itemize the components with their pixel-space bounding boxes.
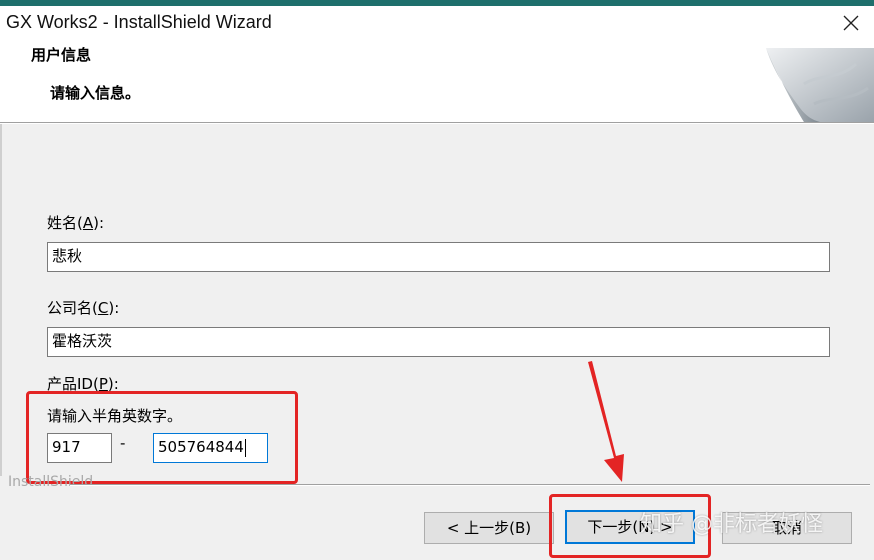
close-button[interactable] [828, 6, 874, 40]
name-label: 姓名(A): [47, 214, 105, 232]
wizard-header: 用户信息 请输入信息。 [0, 44, 874, 122]
watermark: 知乎 @非标者妖怪 [640, 512, 823, 537]
installshield-brand: InstallShield [8, 474, 94, 490]
window-title: GX Works2 - InstallShield Wizard [6, 12, 272, 32]
company-field[interactable]: 霍格沃茨 [47, 327, 830, 357]
wizard-banner-icon [764, 44, 874, 122]
close-icon [843, 15, 859, 31]
annotation-arrow-icon [588, 361, 624, 482]
page-title: 用户信息 [31, 46, 92, 64]
name-field[interactable]: 悲秋 [47, 242, 830, 272]
company-label: 公司名(C): [47, 299, 120, 317]
back-button[interactable]: < 上一步(B) [424, 512, 554, 544]
title-bar[interactable]: GX Works2 - InstallShield Wizard [0, 6, 874, 44]
page-subtitle: 请输入信息。 [50, 84, 141, 102]
annotation-box-product-id [26, 391, 298, 484]
